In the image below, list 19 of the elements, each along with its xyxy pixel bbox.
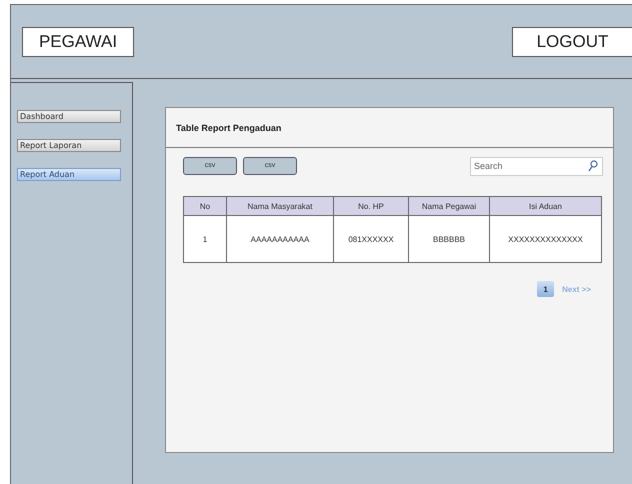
column-header: Nama Masyarakat — [226, 196, 334, 216]
app-title: PEGAWAI — [22, 26, 134, 56]
table-cell: AAAAAAAAAAA — [226, 216, 334, 262]
sidebar-item[interactable]: Dashboard — [17, 110, 121, 123]
table-cell: XXXXXXXXXXXXXX — [490, 216, 602, 262]
column-header: Nama Pegawai — [408, 196, 490, 216]
sidebar-item[interactable]: Report Laporan — [17, 139, 121, 152]
logout-button[interactable]: LOGOUT — [512, 26, 632, 56]
page-button[interactable]: 1 — [537, 281, 554, 297]
column-header: No. HP — [334, 196, 408, 216]
table-cell: BBBBBB — [408, 216, 490, 262]
search-field[interactable]: Search — [470, 156, 603, 176]
column-header: No — [184, 196, 226, 216]
sidebar-item[interactable]: Report Aduan — [17, 168, 121, 181]
column-header: Isi Aduan — [490, 196, 602, 216]
table-cell: 1 — [184, 216, 226, 262]
search-icon[interactable] — [588, 160, 598, 172]
table-cell: 081XXXXXX — [334, 216, 408, 262]
card-title: Table Report Pengaduan — [176, 122, 282, 132]
